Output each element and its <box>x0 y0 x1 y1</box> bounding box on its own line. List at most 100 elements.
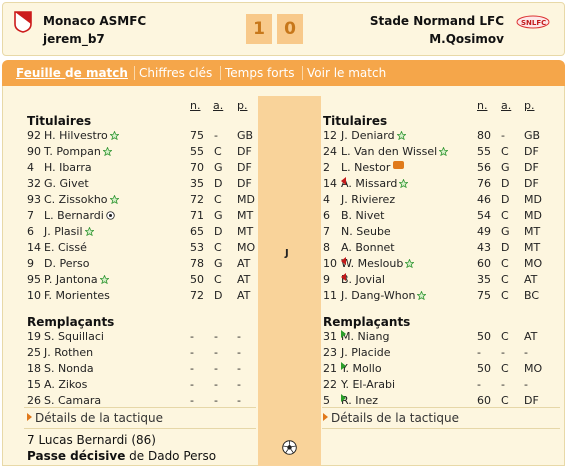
player-row[interactable]: 7 N. Seube 49 G MT <box>0 225 567 241</box>
player-stat-a: C <box>501 289 509 302</box>
player-name-text: Y. El-Arabi <box>341 378 396 391</box>
player-stat-p: GB <box>524 129 541 142</box>
player-row[interactable]: 31 M. Niang 50 C AT <box>0 330 567 346</box>
player-stat-p: MT <box>524 241 541 254</box>
tab-temps-forts[interactable]: Temps forts <box>225 66 295 80</box>
player-row[interactable]: 14 A. Missard 76 D DF <box>0 177 567 193</box>
player-row[interactable]: 8 A. Bonnet 43 D MT <box>0 241 567 257</box>
sub-in-icon <box>341 330 346 338</box>
player-stat-a: - <box>501 129 505 142</box>
player-name[interactable]: Y. Mollo <box>341 362 382 375</box>
arrow-right-icon <box>27 413 32 421</box>
player-name[interactable]: L. Van den Wissel <box>341 145 449 158</box>
player-name-text: L. Nestor <box>341 161 391 174</box>
player-stat-a: - <box>501 378 505 391</box>
card-icon <box>393 161 405 169</box>
player-row[interactable]: 2 L. Nestor 56 G DF <box>0 161 567 177</box>
tab-voir-le-match[interactable]: Voir le match <box>307 66 386 80</box>
player-stat-a: C <box>501 394 509 407</box>
away-tactic-link[interactable]: Détails de la tactique <box>323 411 459 425</box>
player-name-text: R. Inez <box>341 394 379 407</box>
player-name[interactable]: Y. El-Arabi <box>341 378 395 391</box>
player-stat-p: BC <box>524 289 540 302</box>
home-tactic-link-label: Détails de la tactique <box>35 411 164 425</box>
away-tactic-link-label: Détails de la tactique <box>331 411 460 425</box>
away-starters-title: Titulaires <box>323 114 388 128</box>
home-starters-title: Titulaires <box>27 114 92 128</box>
away-coach-name[interactable]: M.Qosimov <box>429 32 504 46</box>
player-name[interactable]: J. Dang-Whon <box>341 289 427 302</box>
player-row[interactable]: 6 B. Nivet 54 C MD <box>0 209 567 225</box>
player-stat-n: 54 <box>477 209 491 222</box>
soccer-ball-icon <box>282 440 297 455</box>
player-row[interactable]: 12 J. Deniard 80- GB <box>0 129 567 145</box>
player-name-text: B. Nivet <box>341 209 385 222</box>
assist-rest: de Dado Perso <box>125 449 217 463</box>
player-number: 22 <box>323 378 337 391</box>
player-stat-p: DF <box>524 177 539 190</box>
player-stat-a: C <box>501 273 509 286</box>
sub-out-icon <box>341 177 346 185</box>
player-name[interactable]: J. Deniard <box>341 129 406 142</box>
away-col-a: a. <box>501 99 512 112</box>
player-stat-n: 80 <box>477 129 491 142</box>
away-subs-title: Remplaçants <box>323 315 411 329</box>
player-name[interactable]: A. Missard <box>341 177 409 190</box>
player-row[interactable]: 4 J. Rivierez 46 D MD <box>0 193 567 209</box>
player-name[interactable]: N. Seube <box>341 225 391 238</box>
player-stat-n: 75 <box>477 289 491 302</box>
player-name[interactable]: J. Placide <box>341 346 391 359</box>
player-row[interactable]: 9 B. Jovial 35 C AT <box>0 273 567 289</box>
player-name-text: B. Jovial <box>341 273 385 286</box>
tab-chiffres-cles[interactable]: Chiffres clés <box>139 66 212 80</box>
player-name[interactable]: B. Jovial <box>341 273 385 286</box>
player-row[interactable]: 24 L. Van den Wissel 55 C DF <box>0 145 567 161</box>
home-coach-name[interactable]: jerem_b7 <box>43 32 105 46</box>
player-stat-n: 55 <box>477 145 491 158</box>
player-row[interactable]: 22 Y. El-Arabi - - - <box>0 378 567 394</box>
match-header: Monaco ASMFC jerem_b7 1 0 Stade Normand … <box>2 2 565 56</box>
sub-in-icon <box>341 362 346 370</box>
player-row[interactable]: 23 J. Placide - - - <box>0 346 567 362</box>
home-tactic-link[interactable]: Détails de la tactique <box>27 411 163 425</box>
sub-out-icon <box>341 273 346 281</box>
player-name[interactable]: M. Niang <box>341 330 389 343</box>
player-name-text: Y. Mollo <box>341 362 382 375</box>
player-name[interactable]: J. Rivierez <box>341 193 395 206</box>
player-name[interactable]: R. Inez <box>341 394 378 407</box>
player-stat-n: 35 <box>477 273 491 286</box>
away-score: 0 <box>277 14 303 44</box>
player-row[interactable]: 11 J. Dang-Whon 75 C BC <box>0 289 567 305</box>
player-number: 11 <box>323 289 337 302</box>
player-name[interactable]: L. Nestor <box>341 161 405 174</box>
away-team-name[interactable]: Stade Normand LFC <box>370 14 504 28</box>
player-number: 5 <box>323 394 330 407</box>
player-number: 21 <box>323 362 337 375</box>
player-name[interactable]: A. Bonnet <box>341 241 395 254</box>
home-divider <box>24 428 256 429</box>
player-name-text: N. Seube <box>341 225 391 238</box>
player-stat-p: AT <box>524 273 538 286</box>
player-row[interactable]: 21 Y. Mollo 50 C MO <box>0 362 567 378</box>
sub-in-icon <box>341 394 346 402</box>
away-club-logo-icon: SNLFC <box>516 15 550 29</box>
away-col-n: n. <box>477 99 488 112</box>
player-stat-n: - <box>477 346 481 359</box>
player-number: 31 <box>323 330 337 343</box>
home-team-name[interactable]: Monaco ASMFC <box>43 14 146 28</box>
arrow-right-icon <box>323 413 328 421</box>
player-stat-p: MT <box>524 225 541 238</box>
player-name-text: A. Bonnet <box>341 241 395 254</box>
home-subs-title: Remplaçants <box>27 315 115 329</box>
player-number: 4 <box>323 193 330 206</box>
player-name[interactable]: B. Nivet <box>341 209 384 222</box>
player-name[interactable]: W. Mesloub <box>341 257 415 270</box>
svg-text:SNLFC: SNLFC <box>521 19 546 27</box>
player-name-text: J. Placide <box>341 346 391 359</box>
goal-event: 7 Lucas Bernardi (86) <box>27 433 156 447</box>
player-name-text: A. Missard <box>341 177 398 190</box>
player-row[interactable]: 10 W. Mesloub 60 C MO <box>0 257 567 273</box>
player-stat-n: 50 <box>477 362 491 375</box>
player-stat-n: 46 <box>477 193 491 206</box>
player-stat-n: 49 <box>477 225 491 238</box>
